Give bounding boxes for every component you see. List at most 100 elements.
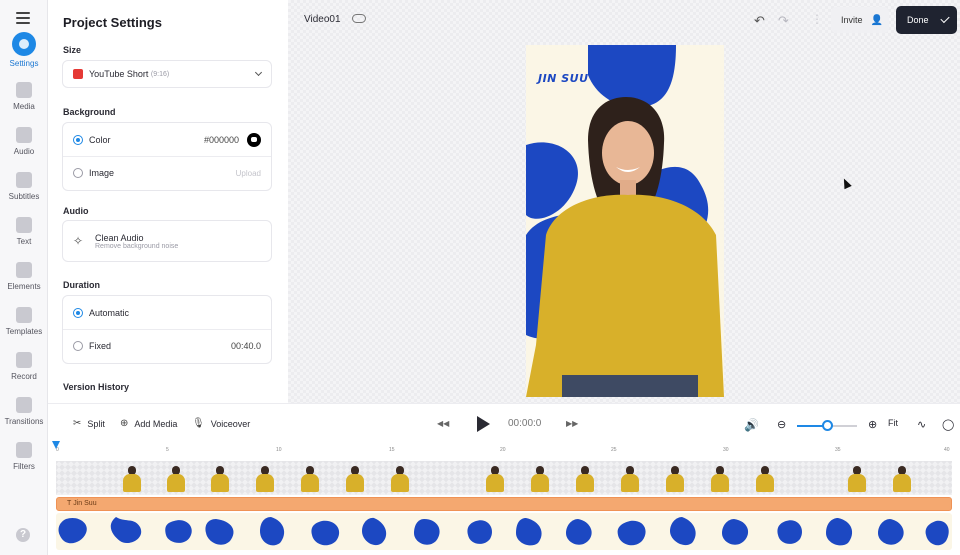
text-track[interactable]: T Jin Suu (56, 497, 952, 511)
radio-automatic[interactable] (73, 307, 83, 318)
filters-icon (16, 442, 32, 458)
fixed-duration-value[interactable]: 00:40.0 (231, 341, 261, 351)
skip-forward-icon[interactable]: ▶▶ (566, 419, 578, 428)
video-thumbnail (121, 463, 143, 493)
project-name[interactable]: Video01 (304, 14, 341, 25)
sidebar-item-text[interactable]: Text (0, 217, 48, 246)
clean-audio-card[interactable]: ✧ Clean Audio Remove background noise (62, 220, 272, 262)
video-thumbnail (664, 463, 686, 493)
fit-button[interactable]: Fit (888, 418, 898, 428)
sidebar-item-media[interactable]: Media (0, 82, 48, 111)
sidebar-item-label: Elements (7, 282, 41, 291)
color-option-label: Color (89, 134, 111, 145)
top-bar: Video01 ↶ ↷ ⋮ Invite 👤 Done (288, 0, 960, 40)
brand-text: JIN SUU (538, 72, 589, 85)
microphone-icon: 🎙 (192, 418, 205, 429)
redo-icon[interactable]: ↷ (778, 13, 789, 29)
background-color-option[interactable]: Color #000000 (63, 123, 271, 156)
duration-fixed-option[interactable]: Fixed 00:40.0 (63, 329, 271, 362)
video-preview[interactable]: JIN SUU (526, 45, 724, 397)
music-icon (16, 127, 32, 143)
ruler-tick: 5 (166, 447, 169, 453)
scissors-icon: ✂ (73, 418, 82, 429)
timeline[interactable]: 0 5 10 15 20 25 30 35 40 T Jin Suu (48, 441, 960, 555)
voiceover-button[interactable]: 🎙 Voiceover (192, 418, 250, 429)
duration-label: Duration (63, 280, 100, 290)
audio-label: Audio (63, 206, 89, 216)
sidebar-item-label: Transitions (4, 417, 44, 426)
play-icon[interactable] (477, 416, 490, 432)
sidebar-item-transitions[interactable]: Transitions (0, 397, 48, 426)
video-thumbnail (619, 463, 641, 493)
split-button[interactable]: ✂ Split (73, 418, 105, 429)
sidebar-item-label: Subtitles (8, 192, 40, 201)
color-hex-value: #000000 (203, 134, 239, 145)
size-label: Size (63, 45, 82, 55)
invite-label: Invite (841, 15, 863, 25)
zoom-slider-handle[interactable] (822, 420, 833, 431)
volume-icon[interactable]: 🔊 (744, 418, 759, 432)
size-select[interactable]: YouTube Short (9:16) (62, 60, 272, 88)
sidebar-item-templates[interactable]: Templates (0, 307, 48, 336)
invite-button[interactable]: Invite 👤 (831, 7, 889, 33)
canvas-stage[interactable]: Video01 ↶ ↷ ⋮ Invite 👤 Done JIN SUU (288, 0, 960, 403)
playback-time: 00:00:0 (508, 418, 542, 429)
video-track[interactable] (56, 461, 952, 495)
ruler-tick: 40 (944, 447, 950, 453)
timeline-ruler[interactable]: 0 5 10 15 20 25 30 35 40 (56, 445, 952, 459)
sidebar-item-label: Media (13, 102, 35, 111)
sparkle-icon: ✧ (73, 234, 84, 248)
elements-icon (16, 262, 32, 278)
cloud-icon (352, 14, 366, 23)
check-icon (939, 13, 950, 24)
undo-icon[interactable]: ↶ (754, 13, 765, 29)
done-button[interactable]: Done (896, 6, 957, 34)
background-image-option[interactable]: Image Upload (63, 156, 271, 189)
video-thumbnail (754, 463, 776, 493)
image-option-label: Image (89, 168, 115, 178)
sidebar-item-audio[interactable]: Audio (0, 127, 48, 156)
transitions-icon (16, 397, 32, 413)
comment-icon[interactable]: ◯ (942, 418, 954, 431)
sidebar-item-elements[interactable]: Elements (0, 262, 48, 291)
voiceover-label: Voiceover (210, 418, 251, 429)
duration-automatic-option[interactable]: Automatic (63, 296, 271, 329)
radio-image[interactable] (73, 168, 83, 178)
video-thumbnail (574, 463, 596, 493)
video-thumbnail (891, 463, 913, 493)
radio-fixed[interactable] (73, 341, 83, 351)
split-label: Split (87, 418, 105, 429)
sidebar-item-filters[interactable]: Filters (0, 442, 48, 471)
background-card: Color #000000 Image Upload (62, 122, 272, 191)
background-label: Background (63, 107, 116, 117)
video-thumbnail (846, 463, 868, 493)
help-icon[interactable]: ? (16, 528, 30, 542)
hamburger-menu-icon[interactable] (16, 12, 30, 24)
zoom-out-icon[interactable]: ⊖ (777, 418, 786, 431)
video-thumbnail (389, 463, 411, 493)
version-history-label[interactable]: Version History (63, 382, 129, 392)
upload-button[interactable]: Upload (236, 169, 261, 178)
sidebar-item-subtitles[interactable]: Subtitles (0, 172, 48, 201)
add-media-button[interactable]: ⊕ Add Media (120, 418, 177, 429)
add-person-icon: 👤 (870, 14, 883, 26)
background-track[interactable] (56, 513, 952, 550)
mouse-cursor-icon (840, 176, 852, 190)
sidebar-item-settings[interactable]: Settings (0, 32, 48, 68)
skip-back-icon[interactable]: ◀◀ (437, 419, 449, 428)
sidebar-item-record[interactable]: Record (0, 352, 48, 381)
video-thumbnail (254, 463, 276, 493)
video-thumbnail (299, 463, 321, 493)
youtube-icon (73, 69, 83, 79)
clean-audio-subtitle: Remove background noise (95, 242, 179, 250)
chevron-down-icon (254, 68, 263, 77)
zoom-in-icon[interactable]: ⊕ (868, 418, 877, 431)
subtitles-icon (16, 172, 32, 188)
waveform-icon[interactable]: ∿ (917, 418, 926, 431)
gear-icon (12, 32, 36, 56)
color-picker-icon[interactable] (247, 132, 261, 147)
video-thumbnail (484, 463, 506, 493)
radio-color[interactable] (73, 134, 83, 145)
video-thumbnail (209, 463, 231, 493)
ruler-tick: 30 (723, 447, 729, 453)
